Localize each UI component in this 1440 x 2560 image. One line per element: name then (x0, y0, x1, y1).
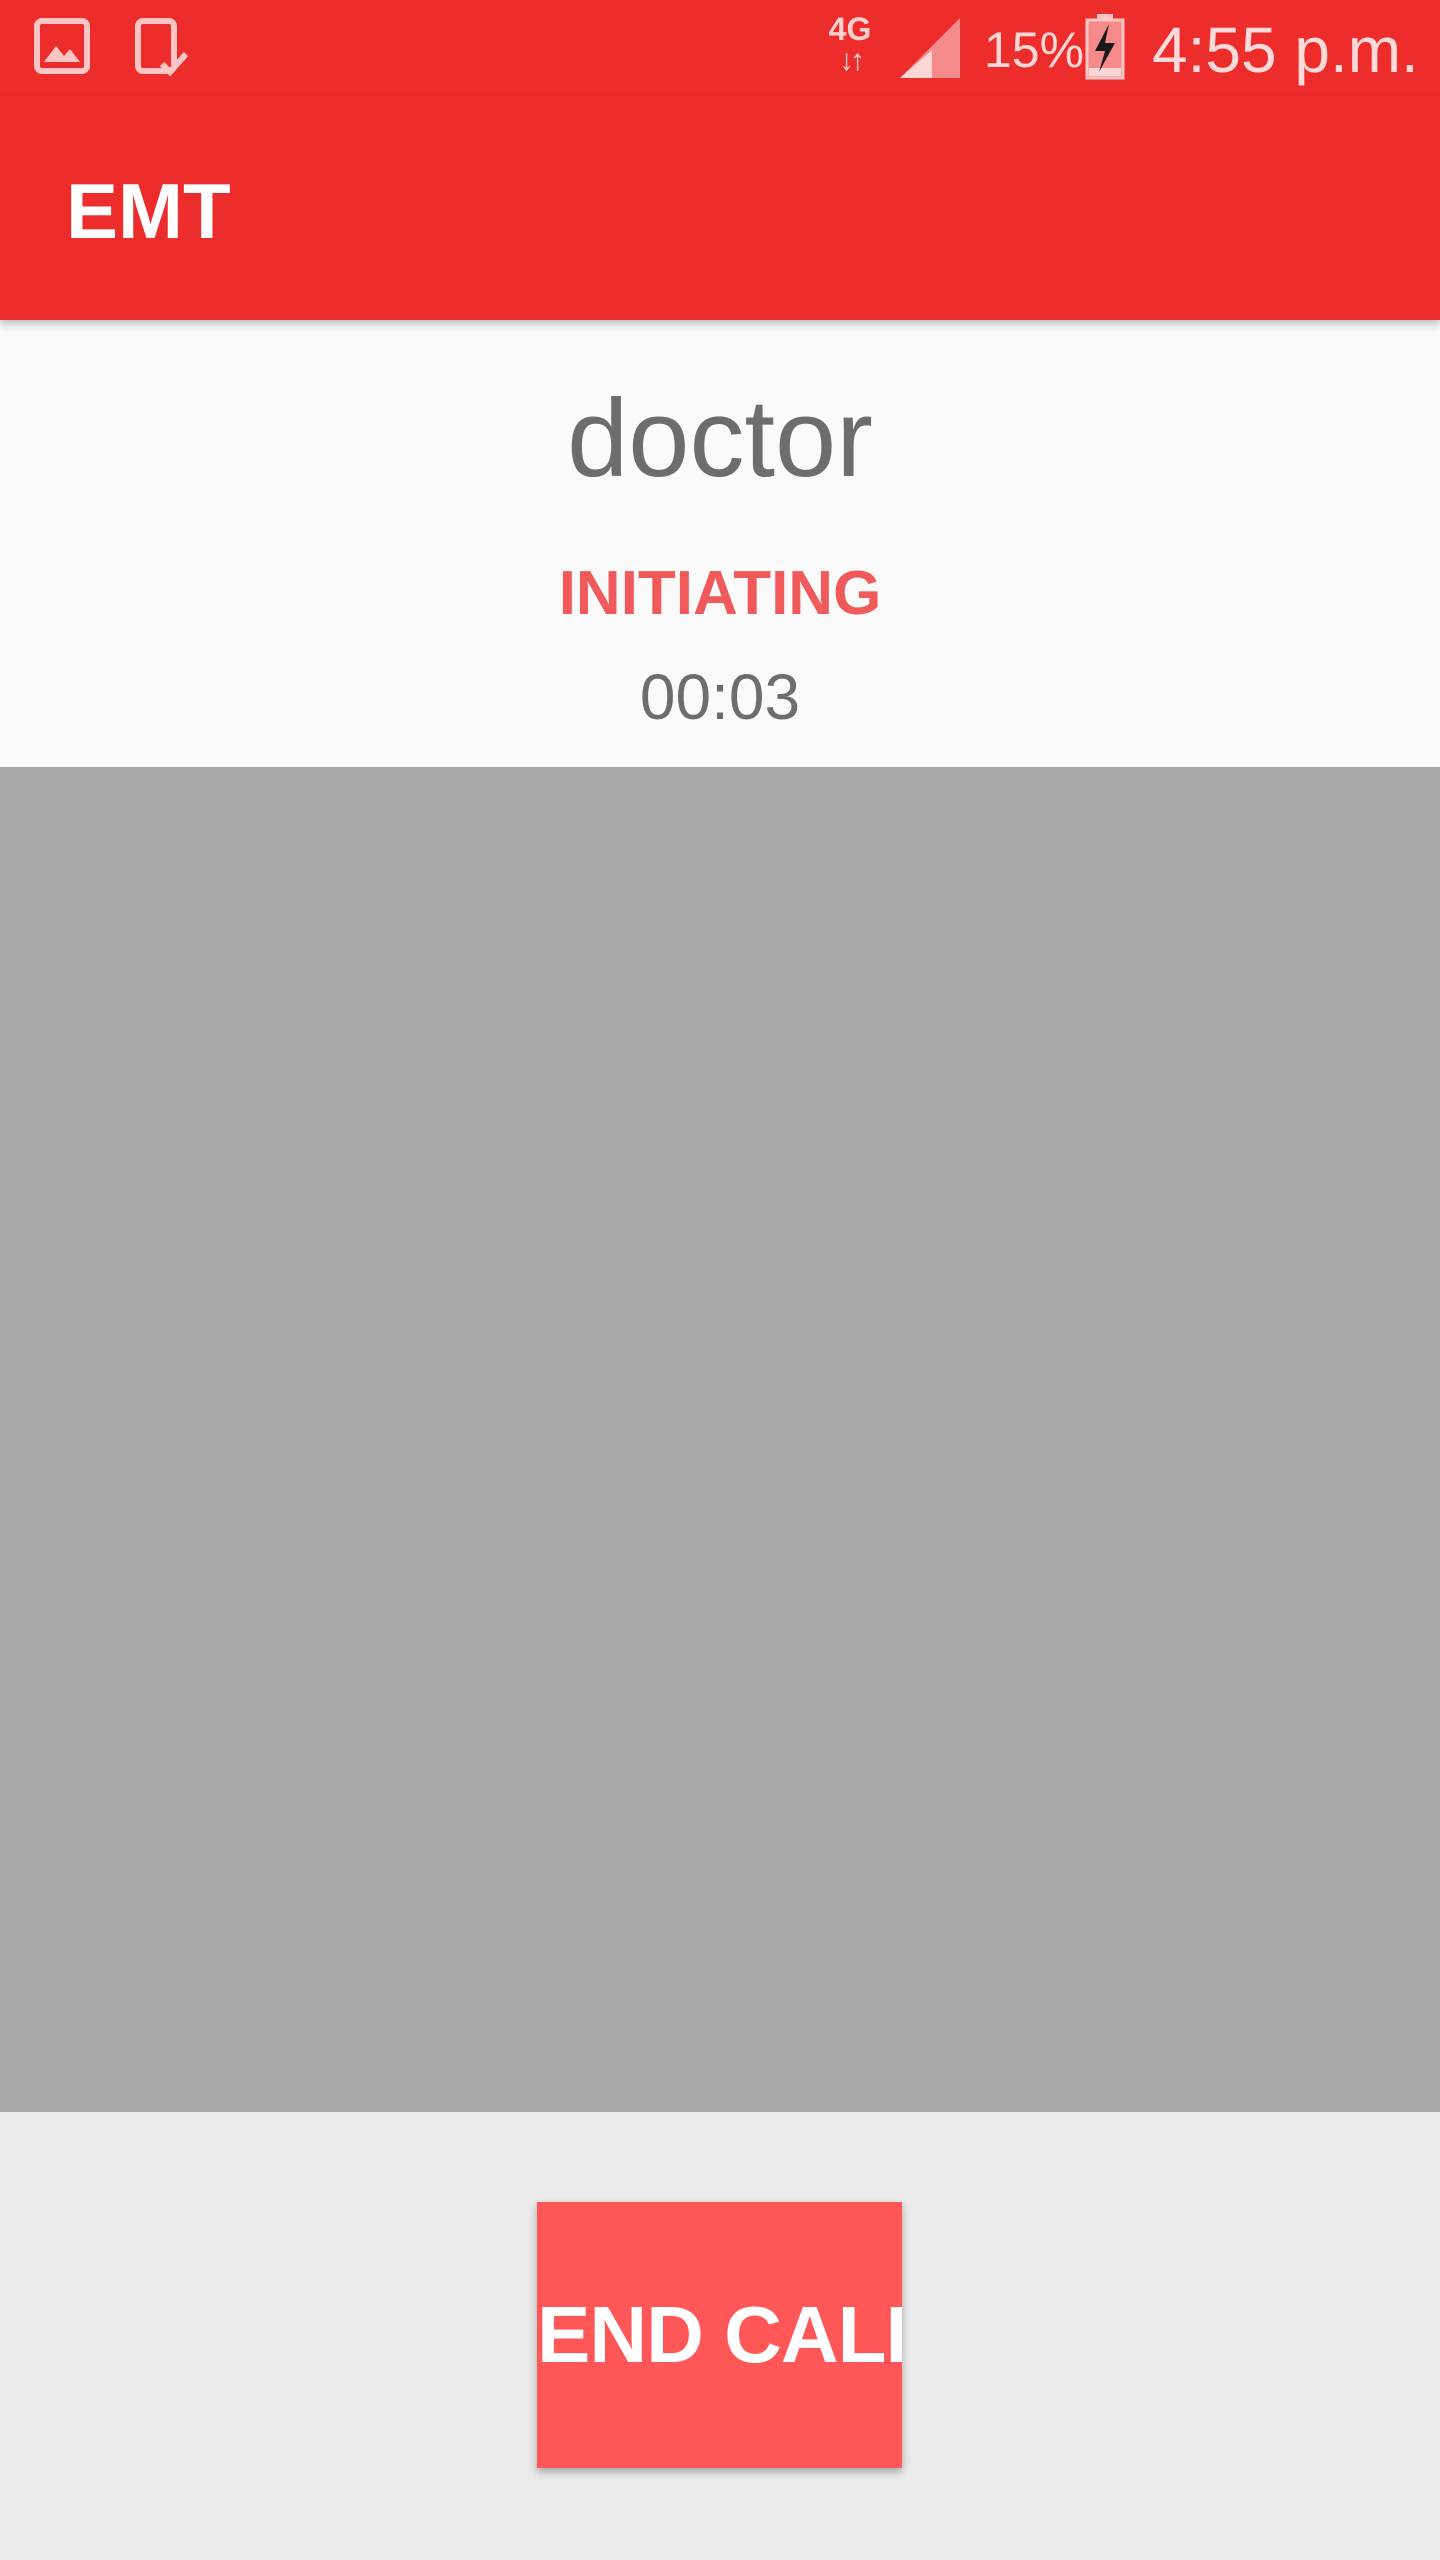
call-status: INITIATING (558, 559, 882, 628)
status-bar: 4G ↓↑ 15% 4:55 p.m. (0, 0, 1440, 96)
callee-name: doctor (567, 377, 873, 500)
network-type-label: 4G (828, 11, 872, 47)
app-title: EMT (66, 167, 231, 255)
signal-icon (892, 16, 962, 85)
gallery-icon (34, 18, 90, 79)
tablet-check-icon (134, 18, 190, 83)
battery-percent: 15% (984, 22, 1085, 78)
call-screen: 4G ↓↑ 15% 4:55 p.m. EMT doctor INITIATIN… (0, 0, 1440, 2560)
app-bar: EMT (0, 96, 1440, 320)
network-type-icon: 4G ↓↑ (820, 12, 880, 84)
status-time: 4:55 p.m. (1152, 14, 1419, 86)
call-controls: END CALL (0, 2112, 1440, 2560)
call-timer: 00:03 (639, 661, 801, 733)
battery-charging-icon (1084, 14, 1126, 85)
call-info: doctor INITIATING 00:03 (0, 320, 1440, 767)
video-view (0, 767, 1440, 2112)
end-call-button[interactable]: END CALL (537, 2202, 902, 2468)
network-arrows: ↓↑ (839, 44, 865, 77)
